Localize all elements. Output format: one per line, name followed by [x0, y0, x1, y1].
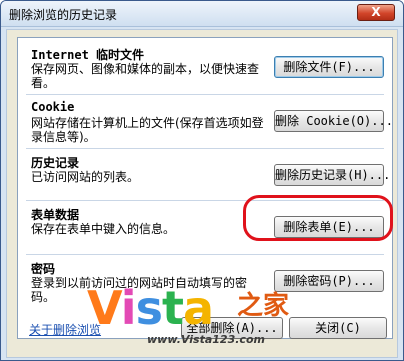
section-title: 表单数据 — [31, 208, 80, 222]
section-title: Cookie — [31, 100, 75, 114]
highlight-annotation — [243, 195, 393, 241]
section-internet-temp-files: Internet 临时文件 保存网页、图像和媒体的副本，以便快速查看。 删除文件… — [18, 44, 392, 96]
watermark-letter: V — [87, 281, 122, 335]
delete-history-button[interactable]: 删除历史记录(H)... — [274, 164, 390, 186]
watermark-letter: s — [135, 281, 163, 335]
watermark-cn: 之家 — [237, 291, 290, 321]
section-title: Internet 临时文件 — [31, 48, 145, 62]
watermark-letter: i — [120, 281, 137, 335]
dialog-window: 删除浏览的历史记录 X Internet 临时文件 保存网页、图像和媒体的副本，… — [0, 0, 404, 361]
section-description: 网站存储在计算机上的文件(保存首选项如登录信息等)。 — [31, 116, 264, 144]
watermark-wordmark: Vista — [87, 281, 214, 335]
close-window-button[interactable]: X — [357, 4, 395, 21]
section-description: 保存网页、图像和媒体的副本，以便快速查看。 — [31, 62, 260, 90]
watermark-logo: Vista 之家 www.Vista123.com — [87, 277, 307, 357]
delete-files-button[interactable]: 删除文件(F)... — [274, 56, 384, 78]
close-icon: X — [371, 5, 381, 19]
section-description: 保存在表单中键入的信息。 — [31, 222, 176, 236]
section-description: 已访问网站的列表。 — [31, 170, 140, 184]
window-title: 删除浏览的历史记录 — [9, 8, 118, 22]
divider — [26, 148, 384, 149]
title-bar[interactable]: 删除浏览的历史记录 X — [1, 1, 403, 27]
watermark-letter: a — [182, 281, 214, 335]
section-title: 密码 — [31, 262, 56, 276]
watermark-letter: t — [161, 281, 184, 335]
section-title: 历史记录 — [31, 156, 80, 170]
divider — [26, 254, 384, 255]
delete-cookie-button[interactable]: 删除 Cookie(O)... — [274, 110, 393, 132]
watermark-url: www.Vista123.com — [147, 333, 265, 346]
divider — [26, 94, 384, 95]
section-cookie: Cookie 网站存储在计算机上的文件(保存首选项如登录信息等)。 删除 Coo… — [18, 98, 393, 150]
